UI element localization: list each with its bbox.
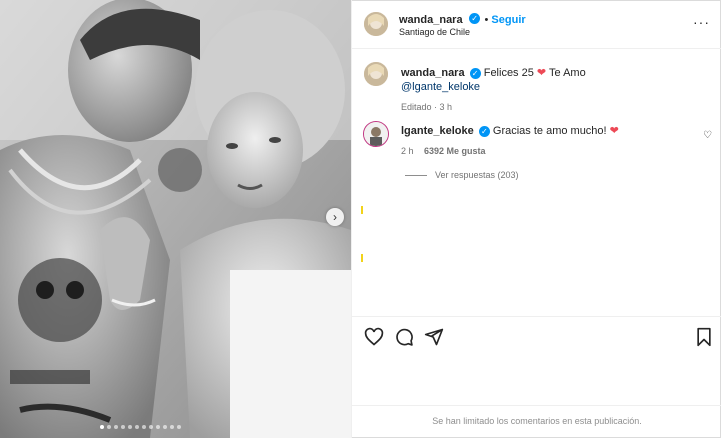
follow-button[interactable]: Seguir xyxy=(491,14,525,26)
header-title-row: wanda_nara ✓ • Seguir xyxy=(399,10,526,28)
post-header: wanda_nara ✓ • Seguir Santiago de Chile … xyxy=(352,0,721,49)
carousel-dot xyxy=(156,425,160,429)
caption-author-avatar[interactable] xyxy=(364,62,388,86)
caption-mention-link[interactable]: @lgante_keloke xyxy=(401,81,480,93)
save-bookmark-icon[interactable] xyxy=(695,327,713,347)
view-replies-label: Ver respuestas (203) xyxy=(435,170,519,180)
chevron-right-icon: › xyxy=(333,210,337,224)
author-username[interactable]: wanda_nara xyxy=(399,14,463,26)
carousel-dot xyxy=(135,425,139,429)
carousel-dot xyxy=(121,425,125,429)
share-send-icon[interactable] xyxy=(424,327,444,347)
view-replies-button[interactable]: Ver respuestas (203) xyxy=(405,170,519,180)
author-avatar[interactable] xyxy=(364,12,388,36)
scroll-marker xyxy=(361,206,363,214)
caption-edited-meta: Editado · 3 h xyxy=(401,102,453,112)
post-actions-bar xyxy=(352,316,721,357)
carousel-dot xyxy=(128,425,132,429)
carousel-dot xyxy=(170,425,174,429)
verified-badge-icon: ✓ xyxy=(478,125,490,137)
carousel-dot xyxy=(107,425,111,429)
carousel-dot xyxy=(142,425,146,429)
comment-author[interactable]: lgante_keloke xyxy=(401,125,474,137)
carousel-dot xyxy=(114,425,118,429)
comment-author-avatar[interactable] xyxy=(363,121,389,147)
like-heart-icon[interactable] xyxy=(364,327,384,347)
post-photo[interactable]: › xyxy=(0,0,351,438)
caption-text-start: Felices 25 xyxy=(483,67,534,79)
replies-divider xyxy=(405,174,427,176)
comment-meta: 2 h 6392 Me gusta xyxy=(401,144,701,158)
red-heart-icon: ❤ xyxy=(609,125,619,137)
comment-text: Gracias te amo mucho! xyxy=(492,125,607,137)
caption-author[interactable]: wanda_nara xyxy=(401,67,465,79)
carousel-indicators xyxy=(100,425,181,429)
avatar-image xyxy=(364,122,388,146)
avatar-image xyxy=(364,12,388,36)
comment: lgante_keloke ✓ Gracias te amo mucho! ❤ … xyxy=(401,124,701,158)
comment-bubble-icon[interactable] xyxy=(394,327,414,347)
more-options-icon[interactable]: ··· xyxy=(693,14,710,30)
carousel-dot xyxy=(149,425,153,429)
post-location[interactable]: Santiago de Chile xyxy=(399,27,470,37)
comment-time[interactable]: 2 h xyxy=(401,146,414,156)
carousel-next-button[interactable]: › xyxy=(326,208,344,226)
scroll-marker xyxy=(361,254,363,262)
carousel-dot xyxy=(177,425,181,429)
comments-limited-notice: Se han limitado los comentarios en esta … xyxy=(352,405,721,426)
post-caption: wanda_nara ✓ Felices 25 ❤ Te Amo @lgante… xyxy=(401,66,701,114)
carousel-dot xyxy=(163,425,167,429)
verified-badge-icon: ✓ xyxy=(469,67,481,79)
post-side-panel: wanda_nara ✓ • Seguir Santiago de Chile … xyxy=(351,0,721,438)
red-heart-icon: ❤ xyxy=(536,67,547,79)
carousel-dot xyxy=(100,425,104,429)
like-comment-icon[interactable]: ♡ xyxy=(703,130,712,141)
avatar-image xyxy=(364,62,388,86)
comment-likes[interactable]: 6392 Me gusta xyxy=(424,146,486,156)
verified-badge-icon: ✓ xyxy=(469,13,481,25)
photo-illustration xyxy=(0,0,351,438)
caption-text-end: Te Amo xyxy=(549,67,586,79)
